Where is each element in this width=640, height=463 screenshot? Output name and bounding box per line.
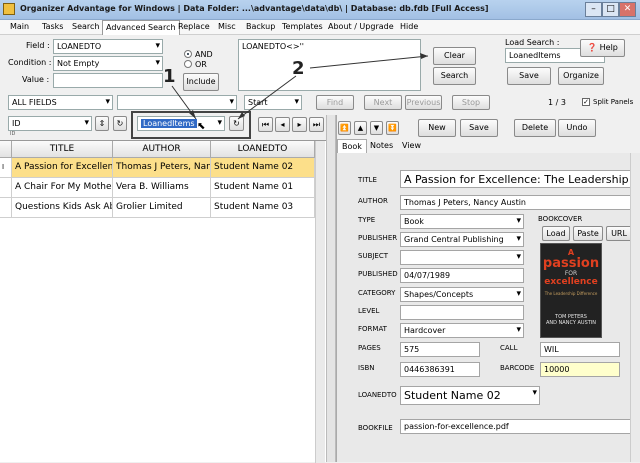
delete-record-button[interactable]: Delete	[514, 119, 556, 137]
col-header-loanedto[interactable]: LOANEDTO	[211, 141, 315, 158]
bookcover-label: BOOKCOVER	[538, 215, 583, 223]
arrow-2b-head	[420, 53, 428, 59]
tab-book[interactable]: Book	[337, 139, 367, 153]
isbn-label: ISBN	[358, 364, 375, 372]
arrow-2b	[309, 55, 429, 69]
barcode-label: BARCODE	[500, 364, 535, 372]
table-row-cell-loanedto[interactable]: Student Name 01	[211, 178, 315, 198]
table-row-cell-author[interactable]: Vera B. Williams	[113, 178, 211, 198]
bottom-button[interactable]: ⏬	[386, 121, 399, 135]
table-row-cell-title[interactable]: A Passion for Excellence: The Leadership	[12, 158, 113, 178]
cover-line5: The Leadership Difference	[544, 291, 598, 296]
col-header-title[interactable]: TITLE	[12, 141, 113, 158]
category-label: CATEGORY	[358, 289, 396, 297]
loanedto-select[interactable]: Student Name 02	[400, 386, 540, 405]
cover-line4: excellence	[544, 277, 598, 287]
col-header-author[interactable]: AUTHOR	[113, 141, 211, 158]
isbn-field[interactable]: 0446386391	[400, 362, 480, 377]
table-row-cell-title[interactable]: A Chair For My Mother	[12, 178, 113, 198]
level-label: LEVEL	[358, 307, 380, 315]
grid-corner	[0, 141, 12, 158]
call-field[interactable]: WIL	[540, 342, 620, 357]
row-indicator: I	[0, 158, 12, 178]
row-indicator	[0, 178, 12, 198]
table-row-cell-author[interactable]: Grolier Limited	[113, 198, 211, 218]
tab-view[interactable]: View	[398, 139, 425, 153]
loanedto-label: LOANEDTO	[358, 391, 397, 399]
tab-notes[interactable]: Notes	[366, 139, 397, 153]
up-button[interactable]: ▲	[354, 121, 367, 135]
cover-url-button[interactable]: URL	[606, 226, 632, 241]
bookfile-field[interactable]: passion-for-excellence.pdf	[400, 419, 632, 434]
level-field[interactable]	[400, 305, 524, 320]
call-label: CALL	[500, 344, 518, 352]
pages-label: PAGES	[358, 344, 381, 352]
table-row-cell-loanedto[interactable]: Student Name 02	[211, 158, 315, 178]
book-cover-image: A passion FOR excellence The Leadership …	[540, 243, 602, 338]
down-button[interactable]: ▼	[370, 121, 383, 135]
bottom-icon: ⏬	[388, 124, 397, 132]
top-icon: ⏫	[340, 124, 349, 132]
title-label: TITLE	[358, 176, 377, 184]
arrow-2a	[237, 75, 297, 120]
publisher-label: PUBLISHER	[358, 234, 398, 242]
author-field[interactable]: Thomas J Peters, Nancy Austin	[400, 195, 632, 210]
cover-line7: AND NANCY AUSTIN	[545, 320, 597, 326]
cover-paste-button[interactable]: Paste	[573, 226, 603, 241]
subject-label: SUBJECT	[358, 252, 389, 260]
published-field[interactable]: 04/07/1989	[400, 268, 524, 283]
cover-line3: FOR	[564, 270, 578, 277]
up-icon: ▲	[357, 124, 364, 132]
row-indicator	[0, 198, 12, 218]
down-icon: ▼	[373, 124, 380, 132]
format-select[interactable]: Hardcover	[400, 323, 524, 338]
type-label: TYPE	[358, 216, 376, 224]
bookfile-label: BOOKFILE	[358, 424, 393, 432]
records-grid: TITLE AUTHOR LOANEDTO I A Passion for Ex…	[0, 140, 326, 463]
pages-field[interactable]: 575	[400, 342, 480, 357]
undo-button[interactable]: Undo	[558, 119, 596, 137]
format-label: FORMAT	[358, 325, 387, 333]
barcode-field[interactable]: 10000	[540, 362, 620, 377]
table-row-cell-title[interactable]: Questions Kids Ask About	[12, 198, 113, 218]
publisher-select[interactable]: Grand Central Publishing	[400, 232, 524, 247]
cover-line2: passion	[542, 256, 600, 271]
category-select[interactable]: Shapes/Concepts	[400, 287, 524, 302]
form-scrollbar[interactable]	[630, 153, 640, 462]
top-button[interactable]: ⏫	[338, 121, 351, 135]
table-row-cell-author[interactable]: Thomas J Peters, Nancy Austin	[113, 158, 211, 178]
arrow-2a-head	[238, 112, 245, 119]
published-label: PUBLISHED	[358, 270, 398, 278]
panel-splitter[interactable]	[326, 115, 336, 462]
type-select[interactable]: Book	[400, 214, 524, 229]
cover-load-button[interactable]: Load	[542, 226, 570, 241]
title-field[interactable]: A Passion for Excellence: The Leadership	[400, 170, 632, 188]
save-record-button[interactable]: Save	[460, 119, 498, 137]
author-label: AUTHOR	[358, 197, 388, 205]
subject-select[interactable]	[400, 250, 524, 265]
grid-scrollbar[interactable]	[315, 141, 325, 463]
table-row-cell-loanedto[interactable]: Student Name 03	[211, 198, 315, 218]
new-record-button[interactable]: New	[418, 119, 456, 137]
